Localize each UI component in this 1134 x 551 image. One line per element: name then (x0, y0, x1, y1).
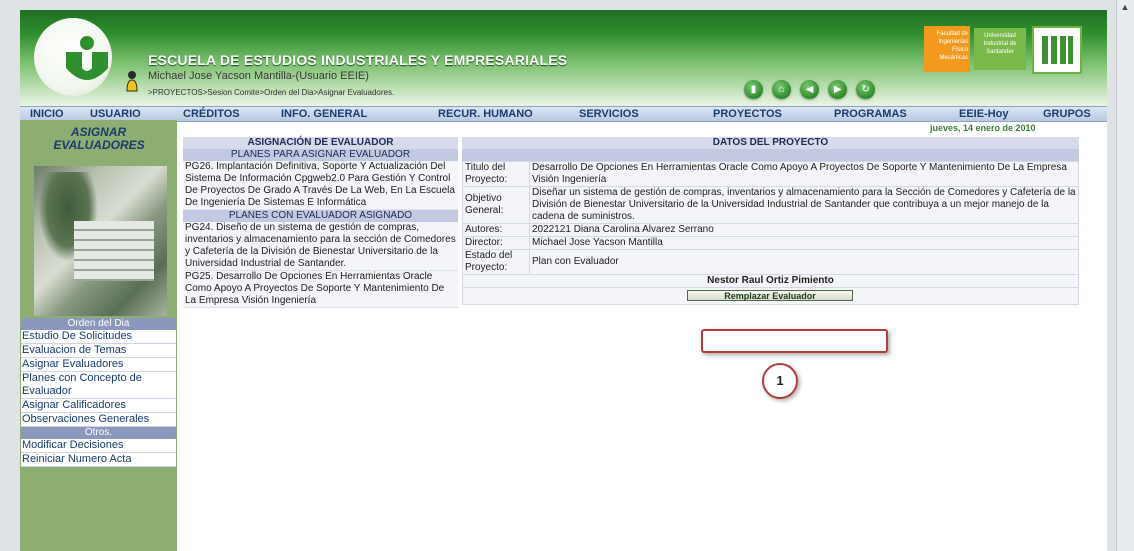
photo-building (74, 221, 154, 281)
project-status: Plan con Evaluador (529, 249, 1079, 275)
school-logo[interactable] (34, 18, 112, 96)
menu-creditos[interactable]: CRÉDITOS (183, 107, 240, 121)
highlight-box (701, 329, 888, 353)
assignment-header: ASIGNACIÓN DE EVALUADOR (183, 137, 458, 149)
button-row: Remplazar Evaluador (462, 288, 1079, 305)
sidebar-menu: Orden del Dia Estudio De Solicitudes Eva… (20, 318, 177, 467)
menu-eeie-hoy[interactable]: EEIE-Hoy (959, 107, 1009, 121)
forward-icon[interactable]: ▶ (828, 80, 848, 99)
uis-mark-icon (1042, 36, 1073, 64)
sidebar-title: ASIGNAR EVALUADORES (20, 126, 177, 152)
menu-info-general[interactable]: INFO. GENERAL (281, 107, 367, 121)
sidebar-item-observaciones[interactable]: Observaciones Generales (21, 413, 176, 427)
menu-recur-humano[interactable]: RECUR. HUMANO (438, 107, 533, 121)
back-icon[interactable]: ◀ (800, 80, 820, 99)
evaluator-name: Nestor Raul Ortiz Pimiento (462, 275, 1079, 288)
university-logo[interactable]: Universidad Industrial de Santander (974, 28, 1026, 70)
sidebar-item-planes-concepto[interactable]: Planes con Concepto de Evaluador (21, 372, 176, 399)
campus-photo (34, 166, 167, 316)
project-table: Titulo del Proyecto: Desarrollo De Opcio… (462, 161, 1079, 275)
table-row: Autores: 2022121 Diana Carolina Alvarez … (462, 223, 1079, 237)
menu-servicios[interactable]: SERVICIOS (579, 107, 639, 121)
table-row: Estado del Proyecto: Plan con Evaluador (462, 249, 1079, 275)
callout-number: 1 (762, 363, 798, 399)
menu-usuario[interactable]: USUARIO (90, 107, 141, 121)
uis-u-icon (66, 36, 108, 80)
assignment-panel: ASIGNACIÓN DE EVALUADOR PLANES PARA ASIG… (183, 137, 458, 308)
status-label: Estado del Proyecto: (462, 249, 530, 275)
current-date: jueves, 14 enero de 2010 (930, 123, 1036, 133)
user-icon (126, 71, 138, 92)
project-director: Michael Jose Yacson Mantilla (529, 236, 1079, 250)
school-title: ESCUELA DE ESTUDIOS INDUSTRIALES Y EMPRE… (148, 52, 568, 68)
project-subheader (462, 149, 1079, 161)
menu-inicio[interactable]: INICIO (30, 107, 64, 121)
nav-icons: ▮ ⌂ ◀ ▶ ↻ (744, 80, 881, 102)
page: ESCUELA DE ESTUDIOS INDUSTRIALES Y EMPRE… (20, 10, 1107, 551)
plan-link-pg26[interactable]: PG26. Implantación Definitiva, Soporte Y… (183, 161, 458, 210)
objective-label: Objetivo General: (462, 186, 530, 224)
menu-proyectos[interactable]: PROYECTOS (713, 107, 782, 121)
plan-link-pg24[interactable]: PG24. Diseño de un sistema de gestión de… (183, 222, 458, 271)
sidebar-item-asignar-calificadores[interactable]: Asignar Calificadores (21, 399, 176, 413)
sidebar-item-reiniciar-acta[interactable]: Reiniciar Numero Acta (21, 453, 176, 467)
breadcrumb: >PROYECTOS>Sesion Comite>Orden del Dia>A… (148, 88, 395, 97)
user-name: Michael Jose Yacson Mantilla-(Usuario EE… (148, 70, 369, 82)
home-icon[interactable]: ⌂ (772, 80, 792, 99)
vertical-scrollbar[interactable]: ▲ (1116, 0, 1134, 551)
scroll-up-icon[interactable]: ▲ (1119, 2, 1131, 12)
assigned-header: PLANES CON EVALUADOR ASIGNADO (183, 210, 458, 222)
site-header: ESCUELA DE ESTUDIOS INDUSTRIALES Y EMPRE… (20, 10, 1107, 106)
table-row: Titulo del Proyecto: Desarrollo De Opcio… (462, 161, 1079, 187)
sidebar-item-estudio-solicitudes[interactable]: Estudio De Solicitudes (21, 330, 176, 344)
plan-link-pg25[interactable]: PG25. Desarrollo De Opciones En Herramie… (183, 271, 458, 308)
menu-programas[interactable]: PROGRAMAS (834, 107, 907, 121)
project-panel: DATOS DEL PROYECTO Titulo del Proyecto: … (462, 137, 1079, 305)
project-objective: Diseñar un sistema de gestión de compras… (529, 186, 1079, 224)
faculty-logo[interactable]: Facultad de Ingenierías Físico Mecánicas (924, 26, 970, 72)
sidebar-section-otros: Otros. (21, 427, 176, 439)
sidebar-title-text: ASIGNAR EVALUADORES (53, 125, 145, 152)
sidebar-section-orden: Orden del Dia (21, 318, 176, 330)
title-label: Titulo del Proyecto: (462, 161, 530, 187)
exit-icon[interactable]: ▮ (744, 80, 763, 99)
authors-label: Autores: (462, 223, 530, 237)
sidebar-item-modificar-decisiones[interactable]: Modificar Decisiones (21, 439, 176, 453)
director-label: Director: (462, 236, 530, 250)
uis-logo[interactable] (1032, 26, 1082, 74)
main-menu: INICIO USUARIO CRÉDITOS INFO. GENERAL RE… (20, 106, 1107, 122)
sidebar-item-asignar-evaluadores[interactable]: Asignar Evaluadores (21, 358, 176, 372)
project-title: Desarrollo De Opciones En Herramientas O… (529, 161, 1079, 187)
project-header: DATOS DEL PROYECTO (462, 137, 1079, 149)
table-row: Objetivo General: Diseñar un sistema de … (462, 186, 1079, 224)
project-authors: 2022121 Diana Carolina Alvarez Serrano (529, 223, 1079, 237)
table-row: Director: Michael Jose Yacson Mantilla (462, 236, 1079, 250)
refresh-icon[interactable]: ↻ (856, 80, 876, 99)
sidebar-item-evaluacion-temas[interactable]: Evaluacion de Temas (21, 344, 176, 358)
menu-grupos[interactable]: GRUPOS (1043, 107, 1091, 121)
replace-evaluator-button[interactable]: Remplazar Evaluador (687, 290, 853, 301)
unassigned-header: PLANES PARA ASIGNAR EVALUADOR (183, 149, 458, 161)
